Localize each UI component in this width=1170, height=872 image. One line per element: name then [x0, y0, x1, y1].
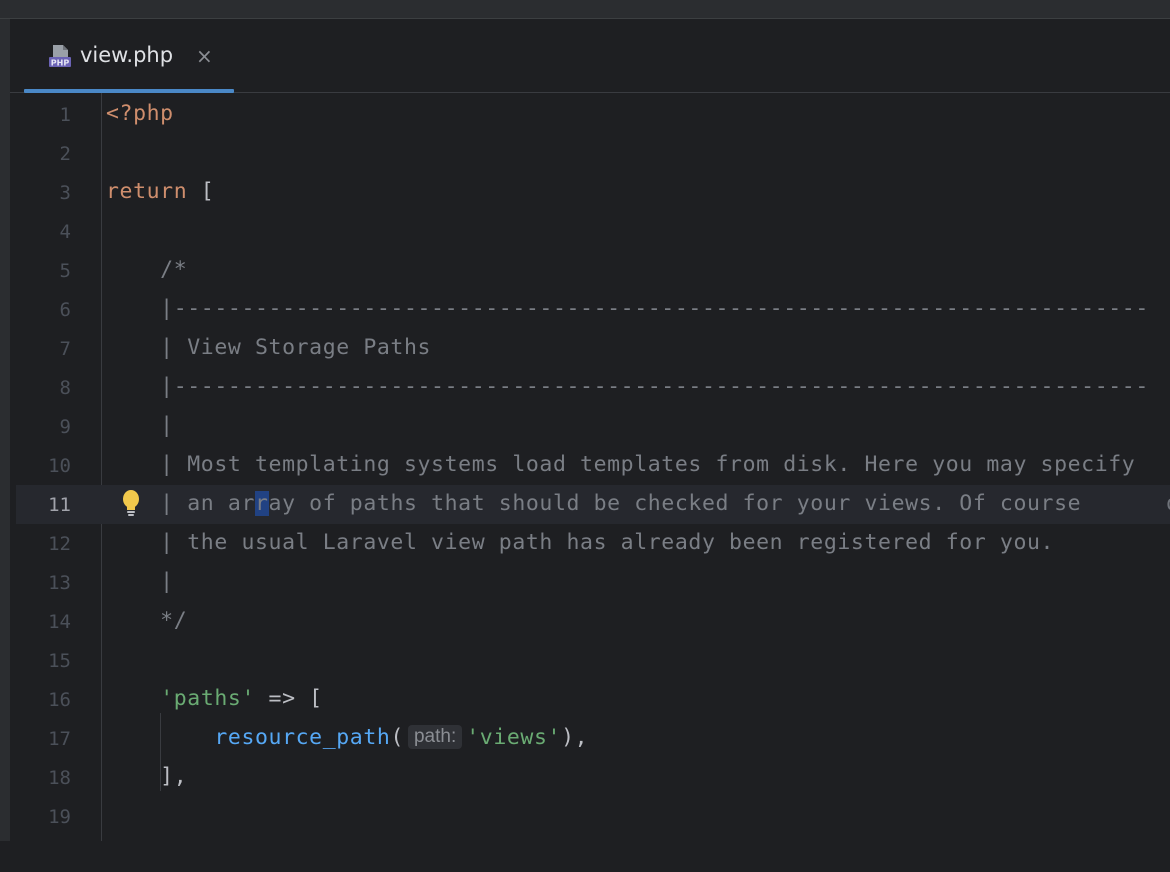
comment-text: | View Storage Paths: [106, 335, 432, 360]
comment-text: | Most templating systems load templates…: [106, 452, 1136, 477]
text-caret: r: [255, 491, 269, 516]
code-line[interactable]: 12 | the usual Laravel view path has alr…: [16, 524, 1170, 563]
line-number: 13: [48, 572, 71, 594]
code-line[interactable]: 13 |: [16, 563, 1170, 602]
line-number: 1: [59, 104, 71, 126]
code-text: <?php: [106, 101, 174, 126]
tool-window-strip: [0, 19, 10, 841]
truncated-text: o: [1166, 491, 1170, 516]
code-line[interactable]: 6 |-------------------------------------…: [16, 290, 1170, 329]
comment-text: /*: [106, 257, 188, 282]
code-line[interactable]: 17 resource_path(path:'views'),: [16, 719, 1170, 758]
code-editor[interactable]: 1 <?php 2 3 return [ 4 5 /* 6 |---------…: [16, 93, 1170, 841]
code-line[interactable]: 9 |: [16, 407, 1170, 446]
line-number: 16: [48, 689, 71, 711]
code-line[interactable]: 18 ],: [16, 758, 1170, 797]
window-title-bar: [0, 0, 1170, 19]
line-number: 12: [48, 533, 71, 555]
code-line[interactable]: 19: [16, 797, 1170, 836]
line-number: 15: [48, 650, 71, 672]
line-number: 10: [48, 455, 71, 477]
line-number: 2: [59, 143, 71, 165]
line-number: 4: [59, 221, 71, 243]
comment-text: | the usual Laravel view path has alread…: [106, 530, 1055, 555]
line-number: 7: [59, 338, 71, 360]
code-text: return [: [106, 179, 215, 204]
comment-text: |: [106, 413, 174, 438]
tab-label: view.php: [80, 43, 174, 67]
code-line[interactable]: 3 return [: [16, 173, 1170, 212]
close-icon[interactable]: ×: [196, 44, 213, 68]
line-number: 3: [59, 182, 71, 204]
line-number: 8: [59, 377, 71, 399]
code-line[interactable]: 2: [16, 134, 1170, 173]
line-number: 5: [59, 260, 71, 282]
code-line[interactable]: 16 'paths' => [: [16, 680, 1170, 719]
code-text: 'paths' => [: [160, 686, 323, 711]
editor-tab-bar: PHP view.php ×: [10, 19, 1170, 93]
code-text: ],: [106, 764, 188, 789]
comment-text: |: [106, 569, 174, 594]
line-number: 17: [48, 728, 71, 750]
line-number: 9: [59, 416, 71, 438]
comment-text: |---------------------------------------…: [106, 296, 1149, 321]
parameter-hint: path:: [407, 725, 463, 749]
code-text: resource_path(path:'views'),: [214, 725, 589, 750]
tab-view-php[interactable]: PHP view.php ×: [18, 19, 234, 93]
line-number: 19: [48, 806, 71, 828]
comment-text: | an array of paths that should be check…: [106, 491, 1082, 516]
comment-text: */: [106, 608, 188, 633]
code-line[interactable]: 7 | View Storage Paths: [16, 329, 1170, 368]
code-line[interactable]: 5 /*: [16, 251, 1170, 290]
line-number: 11: [48, 494, 71, 516]
line-number: 14: [48, 611, 71, 633]
code-line[interactable]: 1 <?php: [16, 95, 1170, 134]
code-line[interactable]: 15: [16, 641, 1170, 680]
current-code-line[interactable]: 11 | an array of paths that should be ch…: [16, 485, 1170, 524]
code-line[interactable]: 8 |-------------------------------------…: [16, 368, 1170, 407]
line-number: 18: [48, 767, 71, 789]
comment-text: |---------------------------------------…: [106, 374, 1149, 399]
php-file-icon: PHP: [49, 45, 71, 68]
code-line[interactable]: 4: [16, 212, 1170, 251]
line-number: 6: [59, 299, 71, 321]
code-line[interactable]: 10 | Most templating systems load templa…: [16, 446, 1170, 485]
code-line[interactable]: 14 */: [16, 602, 1170, 641]
svg-text:PHP: PHP: [51, 59, 70, 68]
